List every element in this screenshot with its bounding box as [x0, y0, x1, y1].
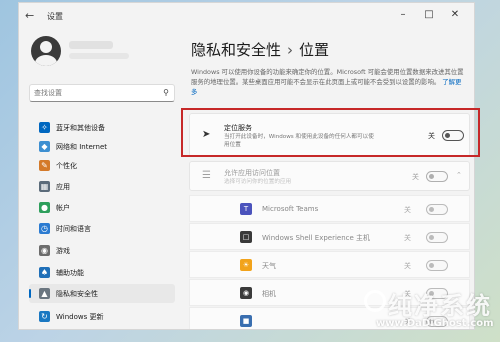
app-access-card[interactable]: ☰ 允许应用访问位置 选择可访问你的位置的应用 关 ⌃	[189, 161, 470, 191]
sidebar-item-network[interactable]: ◆ 网络和 Internet	[29, 137, 175, 156]
network-icon: ◆	[39, 141, 50, 152]
watermark-text: 纯净系统	[388, 292, 492, 320]
account-email-redacted	[69, 53, 129, 59]
app-toggle[interactable]	[426, 260, 448, 271]
gaming-icon: ◉	[39, 245, 50, 256]
sidebar-item-time-language[interactable]: ◷ 时间和语言	[29, 219, 175, 238]
app-row-weather: ☀ 天气 关	[189, 251, 470, 278]
personalization-icon: ✎	[39, 160, 50, 171]
app-name: Windows Shell Experience 主机	[262, 234, 371, 242]
location-service-state: 关	[428, 132, 435, 140]
sidebar-item-bluetooth[interactable]: ✧ 蓝牙和其他设备	[29, 118, 175, 137]
watermark: 纯净系统 www.DaDiGhost.com	[364, 286, 496, 338]
location-arrow-icon: ➤	[202, 129, 211, 140]
toggle-knob	[429, 174, 434, 179]
app-title: 设置	[47, 12, 63, 21]
title-bar: ← 设置 – □ ✕	[19, 3, 474, 31]
sidebar-item-windows-update[interactable]: ↻ Windows 更新	[29, 307, 175, 326]
app-list-icon: ☰	[202, 170, 211, 181]
app-access-subtitle: 选择可访问你的位置的应用	[224, 179, 292, 185]
settings-window: ← 设置 – □ ✕ ⚲ ✧ 蓝牙和其他设备 ◆ 网络和 Internet ✎ …	[18, 2, 475, 330]
search-icon[interactable]: ⚲	[163, 88, 169, 97]
app-toggle[interactable]	[426, 204, 448, 215]
toggle-knob	[429, 263, 434, 268]
breadcrumb-separator: ›	[287, 41, 294, 59]
location-service-subtitle: 当打开此设备时，Windows 和使用此设备的任何人都可以使用位置	[224, 134, 374, 148]
location-service-card[interactable]: ➤ 定位服务 当打开此设备时，Windows 和使用此设备的任何人都可以使用位置…	[189, 113, 470, 157]
weather-icon: ☀	[240, 259, 252, 271]
sidebar-item-privacy-security[interactable]: ▲ 隐私和安全性	[29, 284, 175, 303]
sidebar-item-gaming[interactable]: ◉ 游戏	[29, 241, 175, 260]
sidebar-item-apps[interactable]: ▦ 应用	[29, 177, 175, 196]
minimize-icon[interactable]: –	[390, 7, 416, 23]
app-icon: ■	[240, 315, 252, 327]
app-toggle[interactable]	[426, 232, 448, 243]
toggle-knob	[429, 207, 434, 212]
sidebar-item-accessibility[interactable]: ♠ 辅助功能	[29, 263, 175, 282]
sidebar-item-personalization[interactable]: ✎ 个性化	[29, 156, 175, 175]
app-row-teams: T Microsoft Teams 关	[189, 195, 470, 222]
app-name: 天气	[262, 262, 276, 270]
app-access-title: 允许应用访问位置	[224, 169, 280, 177]
accessibility-icon: ♠	[39, 267, 50, 278]
app-name: 相机	[262, 290, 276, 298]
page-description: Windows 可以使用你设备的功能来确定你的位置。Microsoft 可能会使…	[191, 68, 464, 96]
location-service-title: 定位服务	[224, 124, 252, 132]
app-state: 关	[404, 206, 411, 214]
app-state: 关	[404, 262, 411, 270]
account-name-redacted	[69, 41, 113, 49]
close-icon[interactable]: ✕	[442, 7, 468, 23]
app-access-state: 关	[412, 173, 419, 181]
back-arrow-icon[interactable]: ←	[25, 9, 39, 23]
breadcrumb: 隐私和安全性 › 位置	[191, 39, 329, 60]
app-state: 关	[404, 234, 411, 242]
camera-icon: ◉	[240, 287, 252, 299]
chevron-up-icon[interactable]: ⌃	[456, 171, 462, 179]
teams-icon: T	[240, 203, 252, 215]
toggle-knob	[445, 133, 450, 138]
account-icon: ●	[39, 202, 50, 213]
location-service-toggle[interactable]	[442, 130, 464, 141]
shell-icon: □	[240, 231, 252, 243]
active-indicator	[29, 289, 31, 298]
app-name: Microsoft Teams	[262, 205, 319, 213]
search-box[interactable]: ⚲	[29, 84, 175, 102]
bluetooth-icon: ✧	[39, 122, 50, 133]
sidebar-item-account[interactable]: ● 帐户	[29, 198, 175, 217]
maximize-icon[interactable]: □	[416, 7, 442, 23]
shield-icon: ▲	[39, 288, 50, 299]
breadcrumb-parent[interactable]: 隐私和安全性	[191, 41, 281, 59]
search-input[interactable]	[34, 87, 152, 99]
time-language-icon: ◷	[39, 223, 50, 234]
apps-icon: ▦	[39, 181, 50, 192]
windows-update-icon: ↻	[39, 311, 50, 322]
toggle-knob	[429, 235, 434, 240]
watermark-logo-icon	[364, 290, 386, 312]
page-title: 位置	[299, 41, 330, 59]
watermark-url: www.DaDiGhost.com	[376, 318, 494, 329]
app-access-toggle[interactable]	[426, 171, 448, 182]
avatar[interactable]	[31, 36, 61, 66]
app-row-shell-experience: □ Windows Shell Experience 主机 关	[189, 223, 470, 250]
